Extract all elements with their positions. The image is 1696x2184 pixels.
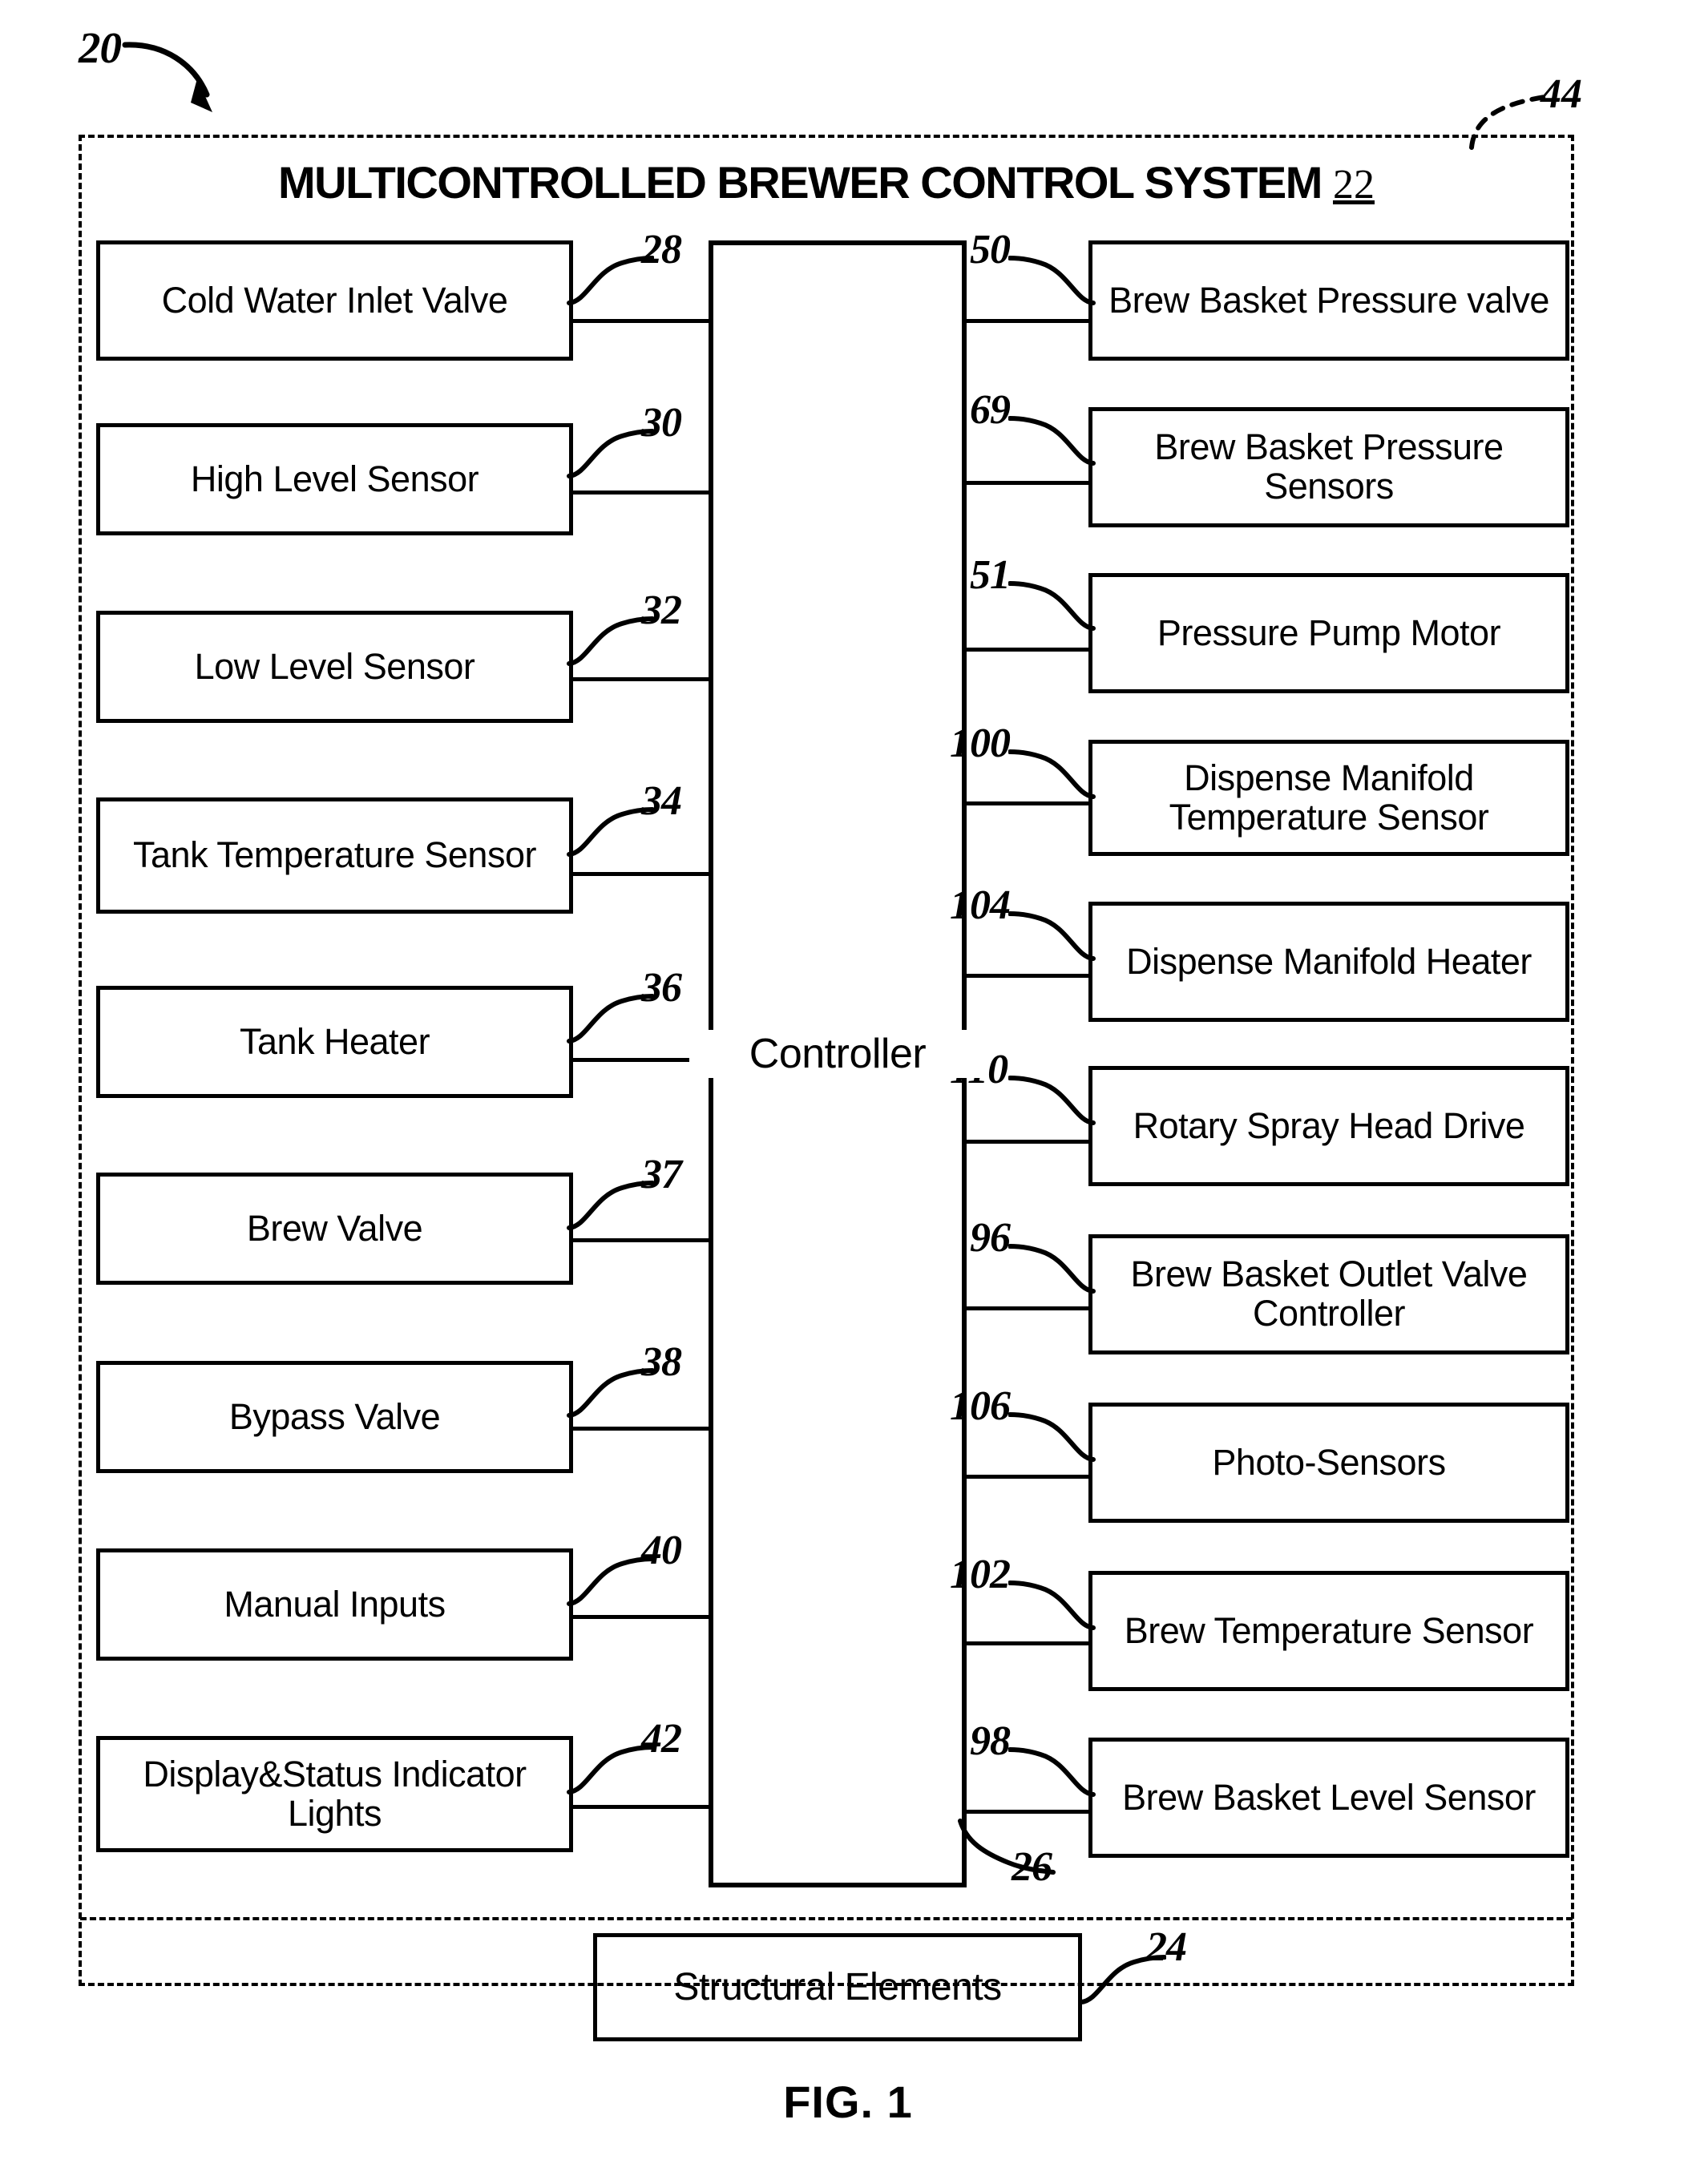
connector-28 [573, 319, 710, 323]
reference-numeral-104: 104 [950, 882, 1011, 928]
reference-numeral-51: 51 [970, 552, 1011, 598]
reference-numeral-38: 38 [641, 1339, 682, 1385]
block-photo-sensors: Photo-Sensors [1088, 1403, 1569, 1523]
block-label: Tank Heater [239, 1020, 430, 1062]
block-label: Brew Temperature Sensor [1124, 1609, 1534, 1651]
block-dispense-manifold-temperature-sensor: Dispense Manifold Temperature Sensor [1088, 740, 1569, 856]
connector-69 [962, 481, 1092, 485]
block-label: Photo-Sensors [1212, 1441, 1446, 1483]
block-cold-water-inlet-valve: Cold Water Inlet Valve [96, 240, 573, 361]
lead-arrow-20-icon [122, 42, 212, 112]
connector-100 [962, 801, 1092, 805]
block-display-status-indicator-lights: Display&Status Indicator Lights [96, 1736, 573, 1852]
connector-42 [573, 1805, 710, 1809]
reference-numeral-40: 40 [641, 1528, 682, 1573]
block-low-level-sensor: Low Level Sensor [96, 611, 573, 723]
connector-38 [573, 1427, 710, 1431]
reference-numeral-24: 24 [1146, 1924, 1187, 1970]
reference-numeral-22: 22 [1333, 162, 1375, 208]
reference-numeral-42: 42 [641, 1716, 682, 1762]
connector-106 [962, 1475, 1092, 1479]
block-label: Cold Water Inlet Valve [161, 279, 508, 321]
reference-numeral-28: 28 [641, 227, 682, 272]
reference-numeral-32: 32 [641, 587, 682, 633]
reference-numeral-44: 44 [1541, 71, 1582, 117]
reference-numeral-106: 106 [950, 1383, 1011, 1429]
block-label: Pressure Pump Motor [1157, 612, 1501, 653]
block-brew-basket-pressure-valve: Brew Basket Pressure valve [1088, 240, 1569, 361]
patent-figure-1: 20 44 MULTICONTROLLED BREWER CONTROL SYS… [0, 0, 1696, 2184]
block-label: Manual Inputs [224, 1583, 446, 1625]
reference-numeral-69: 69 [970, 387, 1011, 433]
reference-numeral-26: 26 [1012, 1844, 1052, 1890]
connector-102 [962, 1641, 1092, 1645]
block-brew-temperature-sensor: Brew Temperature Sensor [1088, 1571, 1569, 1691]
block-brew-basket-level-sensor: Brew Basket Level Sensor [1088, 1738, 1569, 1858]
connector-96 [962, 1306, 1092, 1310]
block-label: Brew Basket Pressure Sensors [1154, 426, 1504, 507]
figure-caption: FIG. 1 [783, 2077, 913, 2127]
block-brew-valve: Brew Valve [96, 1173, 573, 1285]
reference-numeral-50: 50 [970, 227, 1011, 272]
reference-numeral-102: 102 [950, 1552, 1011, 1597]
connector-37 [573, 1238, 710, 1242]
block-bypass-valve: Bypass Valve [96, 1361, 573, 1473]
reference-numeral-37: 37 [641, 1152, 682, 1197]
block-label: Rotary Spray Head Drive [1133, 1104, 1525, 1146]
block-label: Brew Basket Pressure valve [1108, 279, 1549, 321]
connector-98 [962, 1810, 1092, 1814]
block-label: High Level Sensor [190, 458, 479, 499]
block-label: Tank Temperature Sensor [133, 834, 536, 876]
block-high-level-sensor: High Level Sensor [96, 423, 573, 535]
block-label: Structural Elements [673, 1966, 1002, 2008]
controller-label: Controller [689, 1030, 986, 1078]
connector-110 [962, 1140, 1092, 1144]
connector-50 [962, 319, 1092, 323]
block-label: Low Level Sensor [194, 645, 475, 687]
block-label: Brew Basket Outlet Valve Controller [1130, 1253, 1528, 1334]
block-dispense-manifold-heater: Dispense Manifold Heater [1088, 902, 1569, 1022]
connector-30 [573, 490, 710, 495]
block-label: Dispense Manifold Temperature Sensor [1169, 757, 1489, 838]
block-label: Brew Basket Level Sensor [1122, 1776, 1536, 1818]
block-label: Dispense Manifold Heater [1126, 940, 1532, 982]
reference-numeral-36: 36 [641, 965, 682, 1011]
reference-numeral-30: 30 [641, 400, 682, 446]
boundary-inner-divider [80, 1917, 1573, 1920]
block-label: Display&Status Indicator Lights [143, 1753, 527, 1834]
connector-51 [962, 648, 1092, 652]
reference-numeral-34: 34 [641, 778, 682, 824]
block-manual-inputs: Manual Inputs [96, 1548, 573, 1661]
block-pressure-pump-motor: Pressure Pump Motor [1088, 573, 1569, 693]
block-tank-temperature-sensor: Tank Temperature Sensor [96, 797, 573, 914]
reference-numeral-98: 98 [970, 1718, 1011, 1764]
block-tank-heater: Tank Heater [96, 986, 573, 1098]
connector-104 [962, 974, 1092, 978]
connector-34 [573, 872, 710, 876]
block-rotary-spray-head-drive: Rotary Spray Head Drive [1088, 1066, 1569, 1186]
connector-40 [573, 1615, 710, 1619]
block-label: Brew Valve [246, 1207, 423, 1249]
block-brew-basket-outlet-valve-controller: Brew Basket Outlet Valve Controller [1088, 1234, 1569, 1354]
block-brew-basket-pressure-sensors: Brew Basket Pressure Sensors [1088, 407, 1569, 527]
system-title-text: MULTICONTROLLED BREWER CONTROL SYSTEM [278, 157, 1322, 208]
page-title: MULTICONTROLLED BREWER CONTROL SYSTEM 22 [79, 156, 1574, 208]
connector-32 [573, 677, 710, 681]
reference-numeral-20: 20 [79, 23, 122, 72]
reference-numeral-100: 100 [950, 721, 1011, 766]
block-structural-elements: Structural Elements [593, 1933, 1082, 2041]
reference-numeral-96: 96 [970, 1215, 1011, 1261]
block-label: Bypass Valve [228, 1395, 441, 1437]
